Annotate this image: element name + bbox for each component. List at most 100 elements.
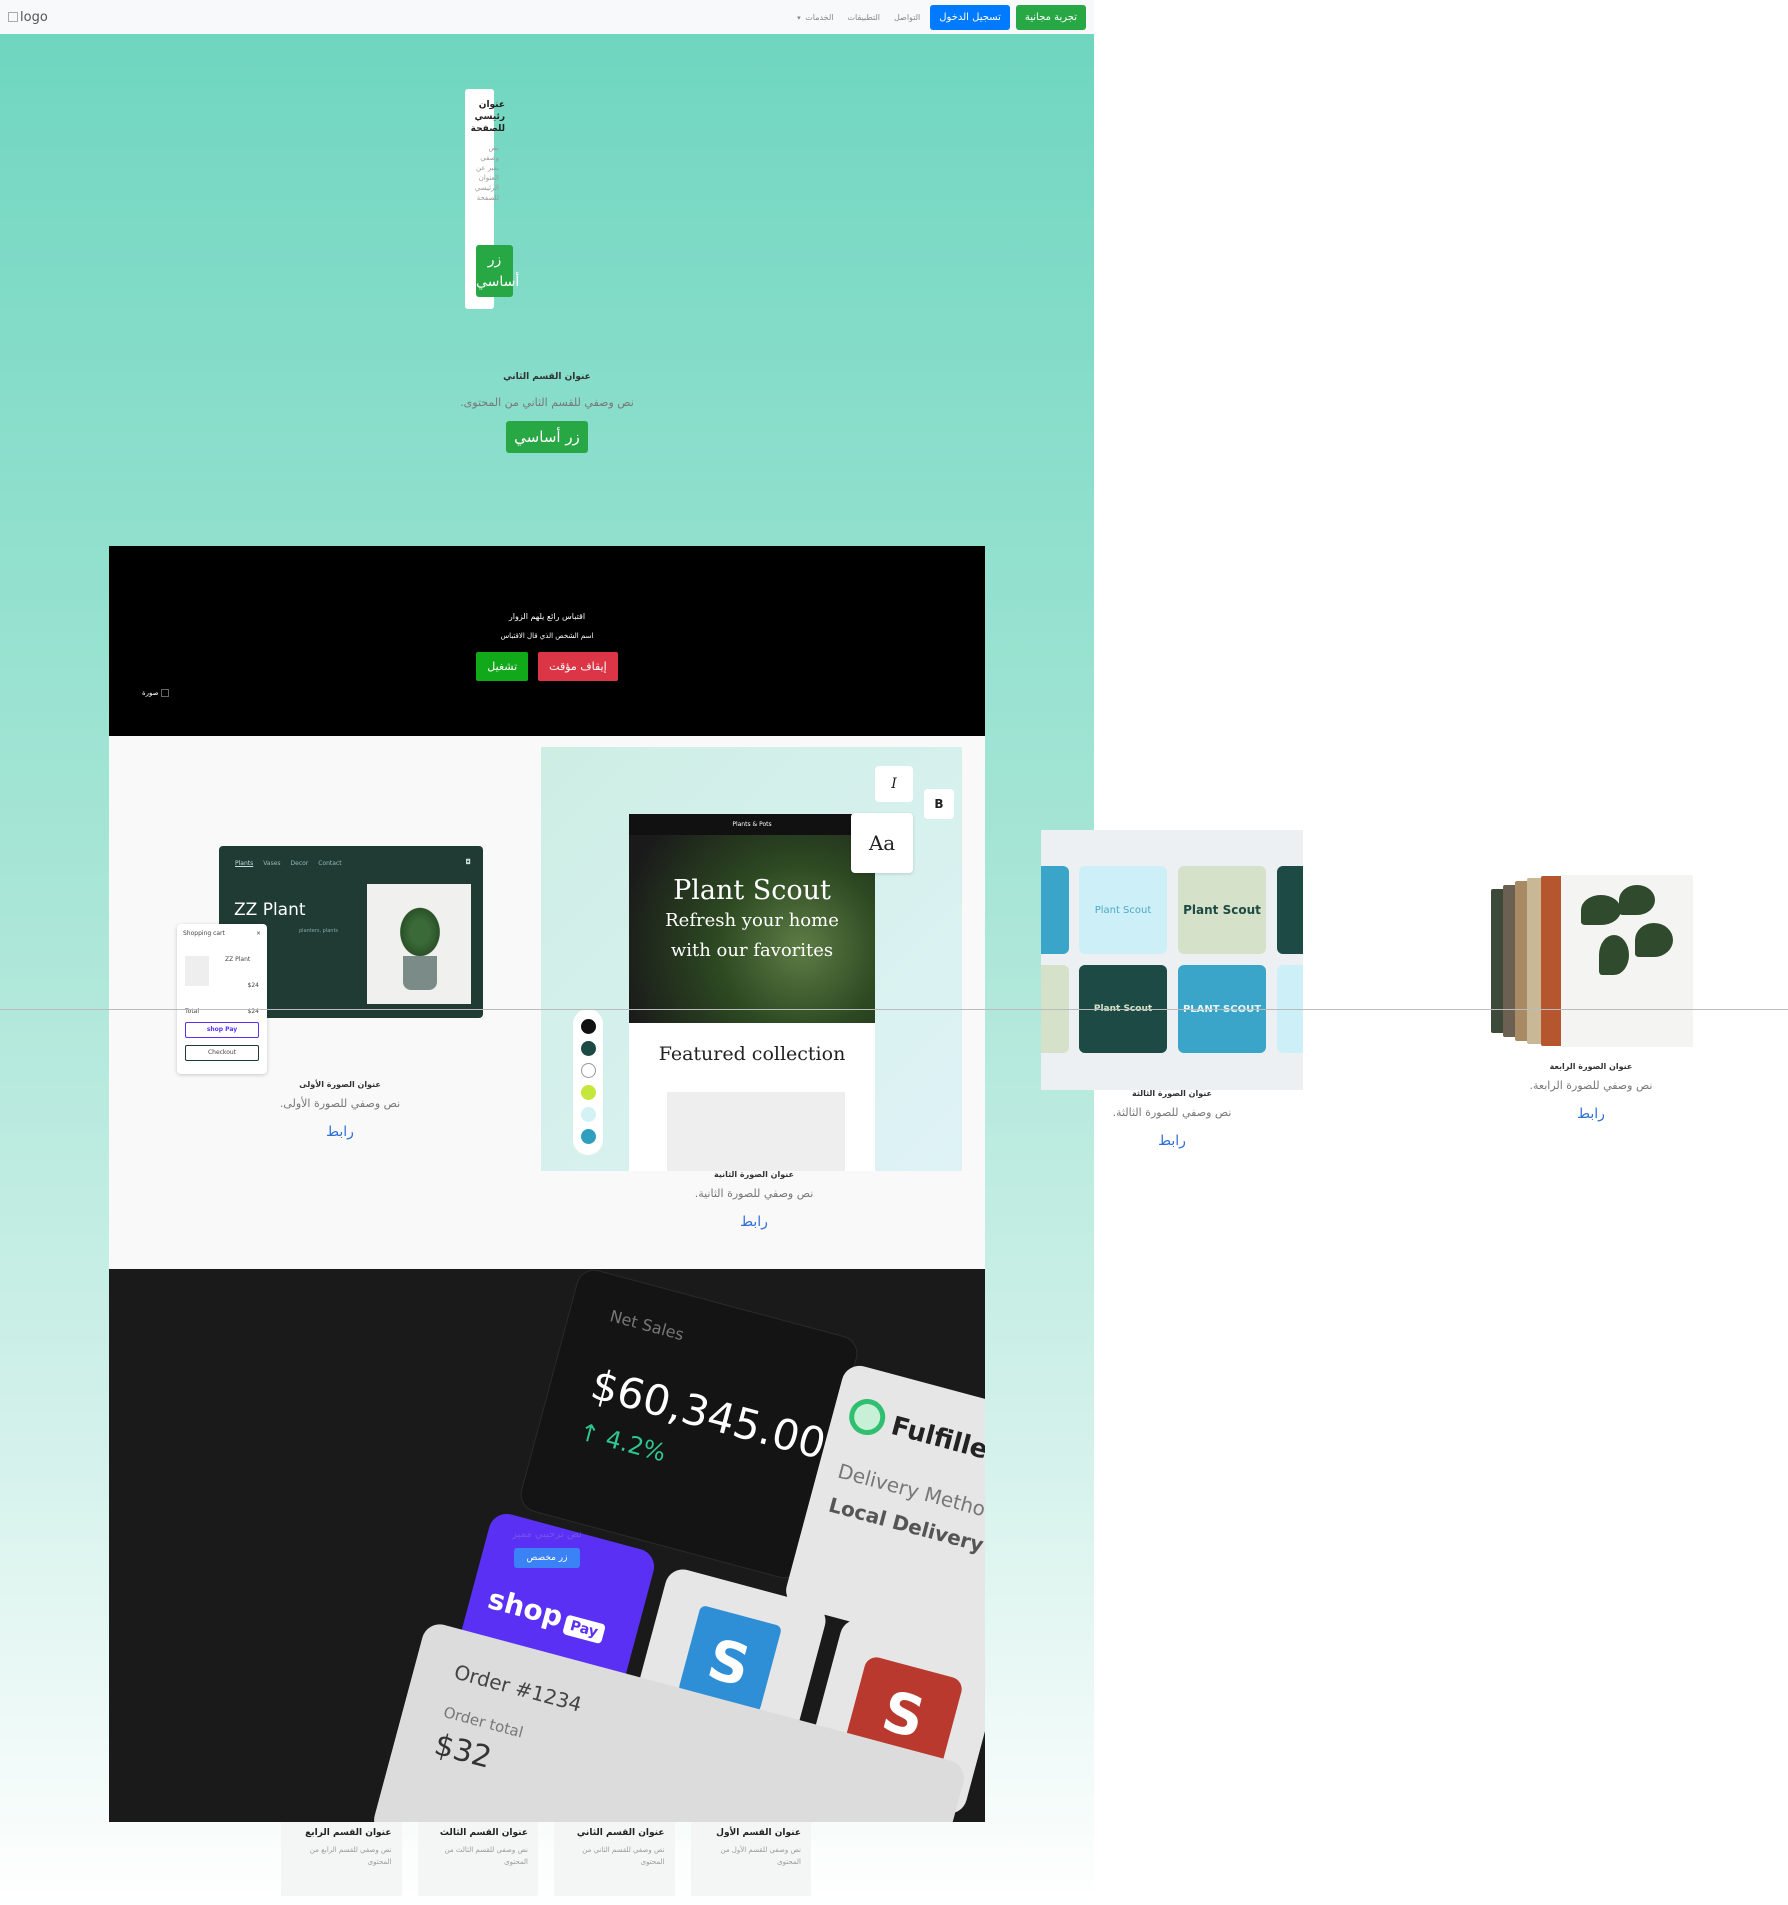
nav-link-contact[interactable]: التواصل [890,13,924,22]
logo-tile: Plant Scout [1079,866,1167,954]
feature-card: عنوان القسم الثاني نص وصفي للقسم الثاني … [554,1822,675,1896]
swatch [581,1019,596,1034]
fulfilled-label: Fulfilled [887,1411,985,1471]
store-headline: Plant Scout [673,875,831,906]
features-row: عنوان القسم الأول نص وصفي للقسم الأول من… [281,1822,811,1896]
swatch [581,1129,596,1144]
hero-title: عنوان رئيسي للصفحة [470,100,505,134]
plant-leaf [1599,935,1629,975]
card-3-link[interactable]: رابط [1079,1133,1265,1149]
shop-pay-logo: shop Pay [485,1582,609,1645]
close-icon: × [255,930,261,937]
caret-down-icon: ▾ [797,13,801,22]
logo-tile: Plant Scout [1178,866,1266,954]
broken-image-icon [8,12,18,22]
video-image-alt: صورة [142,689,159,697]
feature-description: نص وصفي للقسم الأول من المحتوى [720,1846,802,1866]
product-subtitle: planters, plants [299,928,339,934]
hero-card: عنوان رئيسي للصفحة نص وصفي يعبر عن العنو… [465,89,519,309]
feature-description: نص وصفي للقسم الرابع من المحتوى [309,1846,392,1866]
product-heading: ZZ Plant [234,900,306,920]
hero-primary-button[interactable]: زر أساسي [476,245,519,297]
pay-label: Pay [562,1614,606,1645]
card-2-text: عنوان الصورة الثانية نص وصفي للصورة الثا… [661,1170,847,1230]
store-name: Plants & Pots [629,814,875,835]
card-1-link[interactable]: رابط [247,1124,433,1140]
dashboard-overlay-text: نص ترحيبي مميز [512,1529,582,1540]
plant-pot [403,956,437,990]
logo-tile [1277,866,1303,954]
card-2-link[interactable]: رابط [661,1214,847,1230]
card-image-2: I B Plants & Pots Plant Scout Refresh yo… [541,747,962,1171]
feature-title: عنوان القسم الثالث [439,1828,528,1838]
store-nav: Plants Vases Decor Contact [235,860,342,867]
store-preview: Plants & Pots Plant Scout Refresh your h… [629,814,875,1171]
plant-leaf [1619,885,1655,915]
quote-text: اقتباس رائع يلهم الزوار [508,612,586,621]
feature-title: عنوان القسم الثاني [576,1828,665,1838]
play-button[interactable]: تشغيل [476,652,529,681]
broken-image-icon [160,689,169,697]
font-icon: Aa [851,813,913,873]
swatch [581,1085,596,1100]
feature-card: عنوان القسم الرابع نص وصفي للقسم الرابع … [281,1822,402,1896]
color-swatches [573,1009,603,1155]
store-hero: Plant Scout Refresh your home with our f… [629,835,875,1023]
section-two: عنوان القسم الثاني نص وصفي للقسم الثاني … [0,372,1094,453]
feature-title: عنوان القسم الرابع [305,1828,392,1838]
pause-button[interactable]: إيقاف مؤقت [538,652,618,681]
shop-pay-button: shop Pay [185,1022,259,1038]
swatch [581,1041,596,1056]
store-tagline-2: with our favorites [670,940,834,961]
nav-link-apps[interactable]: التطبيقات [844,13,884,22]
video-section: اقتباس رائع يلهم الزوار اسم الشخص الذي ق… [109,546,985,736]
feature-card: عنوان القسم الثالث نص وصفي للقسم الثالث … [417,1822,538,1896]
store-nav-item: Decor [290,860,309,867]
cart-title: Shopping cart [183,930,225,937]
logo-tile [1041,866,1069,954]
card-image-4 [1491,875,1693,1047]
section-two-button[interactable]: زر أساسي [506,421,588,453]
fig-plant-photo [1561,875,1693,1047]
italic-icon: I [875,766,913,802]
quote-author: اسم الشخص الذي قال الاقتباس [500,632,594,640]
card-4-title: عنوان الصورة الرابعة [1549,1062,1633,1071]
feature-description: نص وصفي للقسم الثالث من المحتوى [444,1846,528,1866]
bold-icon: B [924,789,954,819]
dashboard-overlay: نص ترحيبي مميز زر مخصص [109,1529,985,1568]
store-nav-item: Vases [263,860,281,867]
card-3-title: عنوان الصورة الثالثة [1132,1089,1212,1098]
feature-title: عنوان القسم الأول [716,1828,801,1838]
feature-description: نص وصفي للقسم الثاني من المحتوى [582,1846,665,1866]
swatch [581,1107,596,1122]
free-trial-button[interactable]: تجربة مجانية [1015,4,1086,30]
swatch [581,1063,596,1078]
dashboard-section: Net Sales $60,345.00 ↑ 4.2% Fulfilled De… [109,1269,985,1822]
feature-card: عنوان القسم الأول نص وصفي للقسم الأول من… [690,1822,811,1896]
card-4-text: عنوان الصورة الرابعة نص وصفي للصورة الرا… [1498,1062,1684,1122]
card-4-link[interactable]: رابط [1498,1106,1684,1122]
plant-leaf [1581,895,1621,925]
card-2-title: عنوان الصورة الثانية [714,1170,794,1179]
nav-actions: تجربة مجانية تسجيل الدخول التواصل التطبي… [793,4,1086,30]
check-circle-icon [845,1394,890,1440]
cart-product-price: $24 [247,982,259,989]
logo[interactable]: logo [8,10,48,25]
plant-leaf [1635,923,1673,957]
divider-line [0,1009,1788,1010]
card-1-text: عنوان الصورة الأولى نص وصفي للصورة الأول… [247,1080,433,1140]
card-1-title: عنوان الصورة الأولى [299,1080,381,1089]
shopping-bag-icon: ◘ [465,858,471,866]
cart-thumbnail [185,956,209,986]
custom-button[interactable]: زر مخصص [514,1548,580,1568]
nav-link-services[interactable]: الخدمات ▾ [793,13,837,22]
store-nav-item: Contact [318,860,342,867]
cart-product-name: ZZ Plant [225,956,251,963]
shopping-cart-popup: Shopping cart × ZZ Plant $24 Total $24 s… [177,924,267,1074]
login-button[interactable]: تسجيل الدخول [930,4,1010,30]
card-2-description: نص وصفي للصورة الثانية. [694,1187,814,1200]
store-tagline-1: Refresh your home [665,910,839,931]
hero-description: نص وصفي يعبر عن العنوان الرئيسي للصفحة [474,144,499,202]
cart-header: Shopping cart × [183,930,261,937]
card-image-3: Plant Scout Plant Scout Plant Scout PLAN… [1041,830,1303,1090]
